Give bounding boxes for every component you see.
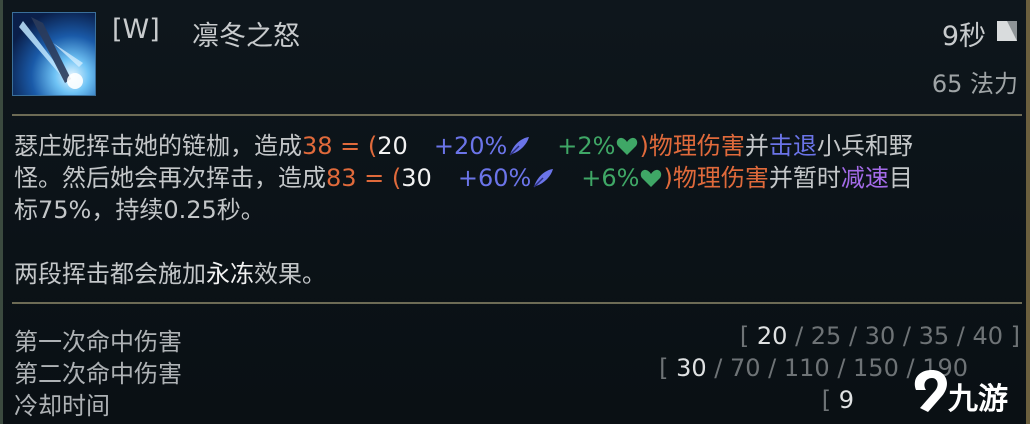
stat-current-rank-value: 9 — [838, 386, 854, 414]
stat-rank-value: 30 — [864, 322, 896, 350]
stat-rank-value: 110 — [783, 354, 830, 382]
tooltip-left-border — [0, 0, 3, 424]
header-divider — [12, 114, 1022, 116]
ability-tooltip: [W] 凛冬之怒 9秒 65 法力 瑟庄妮挥击她的链枷，造成38 = (20 +2… — [0, 0, 1030, 424]
stat-rank-value: 35 — [918, 322, 950, 350]
ability-cost: 65 法力 — [931, 70, 1018, 98]
ability-hotkey: [W] — [112, 14, 160, 45]
stats-divider — [12, 302, 1022, 304]
description-line: 怪。然后她会再次挥击，造成83 = (30 +60% +6%)物理伤害并暂时减速目 — [14, 162, 1014, 194]
stat-current-rank-value: 20 — [756, 322, 788, 350]
stat-values: [ 20 / 25 / 30 / 35 / 40 ] — [739, 322, 1020, 350]
stat-label: 第一次命中伤害 — [14, 328, 182, 356]
stat-label: 冷却时间 — [14, 392, 110, 420]
stat-current-rank-value: 30 — [676, 354, 707, 382]
stat-label: 第二次命中伤害 — [14, 360, 182, 388]
health-heart-icon — [639, 165, 663, 197]
stat-rank-value: 150 — [853, 354, 899, 382]
jiuyou-logo-icon — [914, 370, 947, 412]
ability-name: 凛冬之怒 — [192, 21, 300, 52]
stat-rank-value: 25 — [810, 322, 842, 350]
description-line: 瑟庄妮挥击她的链枷，造成38 = (20 +20% +2%)物理伤害并击退小兵和野 — [14, 130, 1014, 162]
ability-cooldown: 9秒 — [941, 21, 986, 52]
description-line: 两段挥击都会施加永冻效果。 — [14, 260, 326, 288]
stat-rank-value: 40 — [972, 322, 1003, 350]
ability-power-feather-icon — [507, 133, 531, 165]
description-line: 标75%，持续0.25秒。 — [14, 196, 265, 224]
health-heart-icon — [615, 133, 639, 165]
frost-flail-ability-icon — [12, 12, 96, 96]
cooldown-icon — [997, 21, 1017, 41]
tooltip-right-border — [1026, 0, 1030, 424]
stat-rank-value: 70 — [729, 354, 761, 382]
ability-description: 瑟庄妮挥击她的链枷，造成38 = (20 +20% +2%)物理伤害并击退小兵和野 … — [14, 130, 1014, 290]
jiuyou-watermark: 九游 — [910, 362, 1020, 420]
stat-values: [ 9 — [821, 386, 854, 414]
watermark-text: 九游 — [948, 382, 1008, 417]
ability-power-feather-icon — [531, 165, 555, 197]
